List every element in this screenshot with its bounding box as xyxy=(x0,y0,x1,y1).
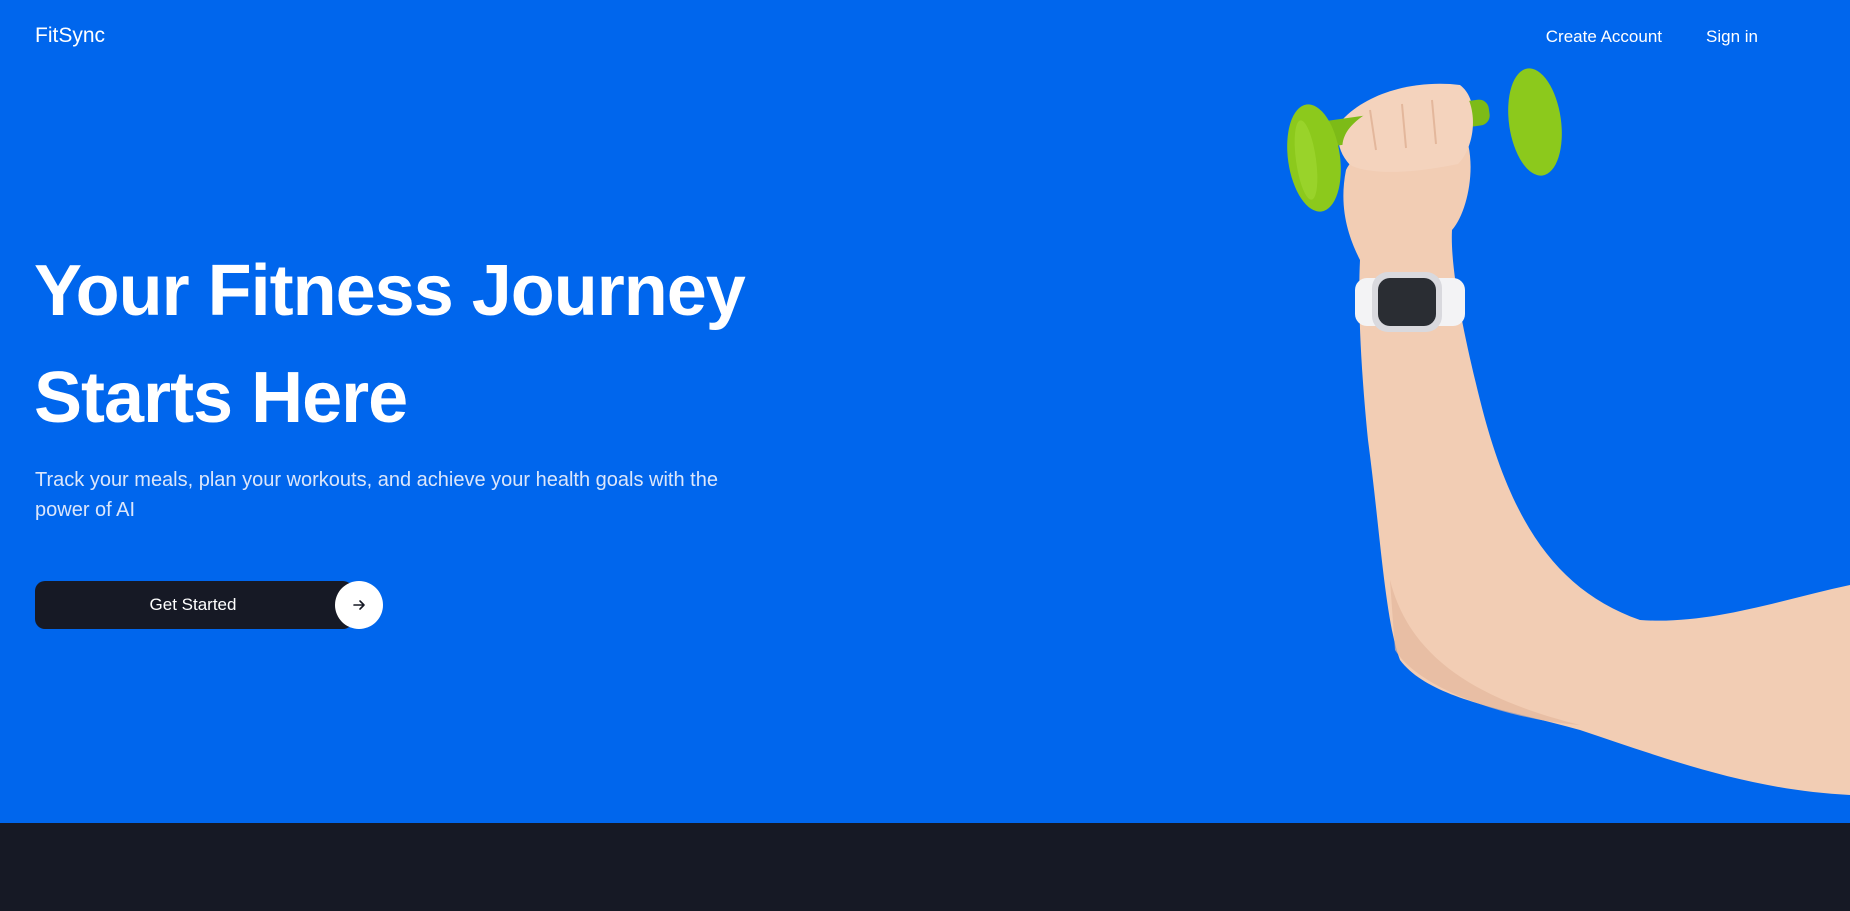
arrow-right-icon[interactable] xyxy=(335,581,383,629)
get-started-button[interactable]: Get Started xyxy=(35,581,353,629)
arrow-right-glyph xyxy=(353,600,365,610)
create-account-link[interactable]: Create Account xyxy=(1546,26,1662,48)
top-nav: Create Account Sign in xyxy=(1546,26,1758,48)
hero-headline-line-2: Starts Here xyxy=(34,358,408,438)
brand-logo[interactable]: FitSync xyxy=(35,24,105,48)
hero-headline-line-1: Your Fitness Journey xyxy=(34,251,746,331)
hero-section: FitSync Create Account Sign in Your Fitn… xyxy=(0,0,1850,823)
hero-headline: Your Fitness Journey Starts Here xyxy=(34,238,834,452)
arm-dumbbell-image xyxy=(1287,68,1850,795)
get-started-cta: Get Started xyxy=(35,581,383,629)
hero-subtitle: Track your meals, plan your workouts, an… xyxy=(35,469,718,521)
next-section xyxy=(0,823,1850,911)
sign-in-link[interactable]: Sign in xyxy=(1706,26,1758,48)
